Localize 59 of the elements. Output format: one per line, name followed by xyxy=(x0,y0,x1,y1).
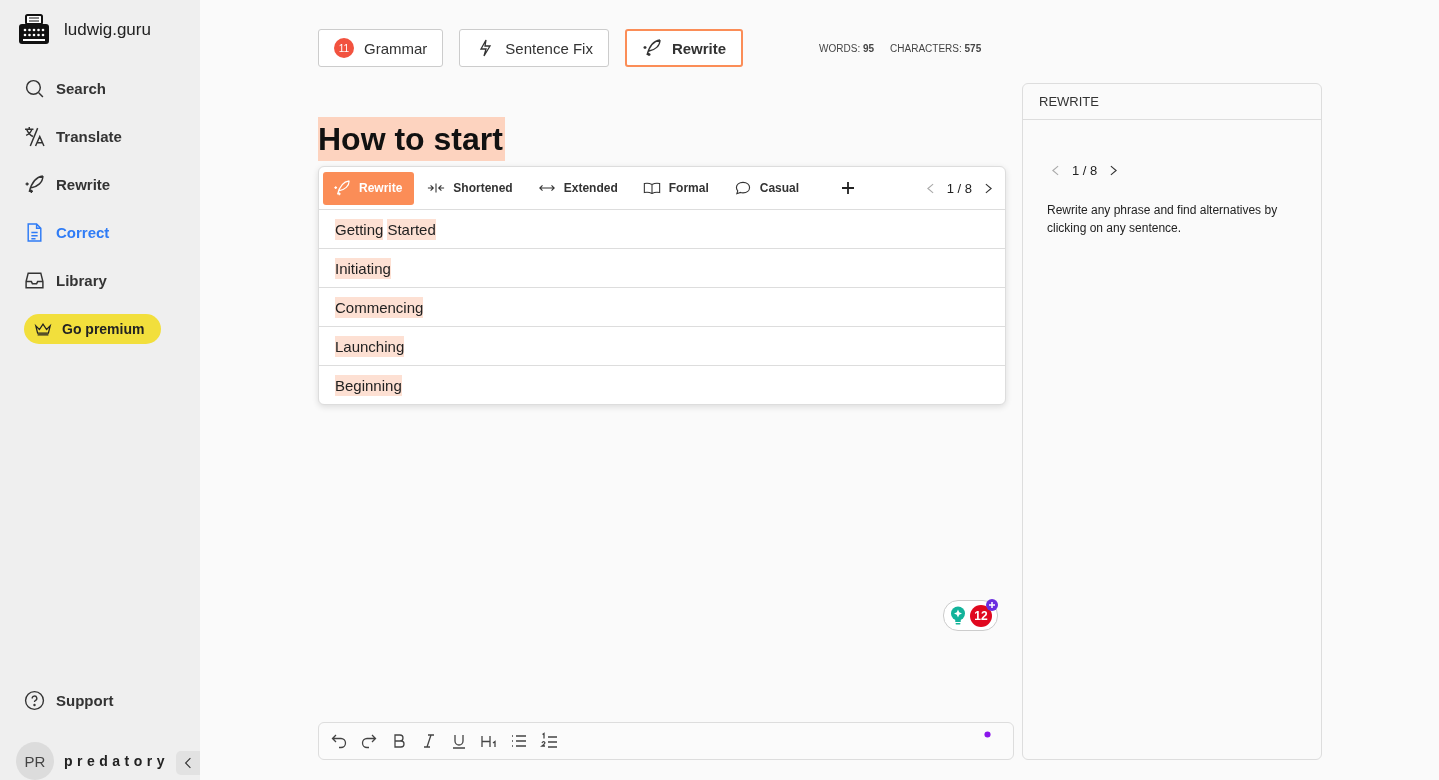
quill-icon xyxy=(24,173,45,195)
stat-text: CHARACTERS: 575 xyxy=(890,42,982,54)
tool-tab[interactable]: Rewrite xyxy=(624,29,744,67)
suggestion-item[interactable]: Beginning xyxy=(319,366,1005,404)
go-premium-button[interactable]: Go premium xyxy=(24,314,162,344)
page-counter: 1 / 8 xyxy=(1072,163,1098,178)
nav-item[interactable]: Search xyxy=(24,64,107,112)
suggestion-count-badge: 12 xyxy=(970,604,992,627)
user-avatar[interactable]: PR xyxy=(16,742,54,780)
plus-icon xyxy=(842,182,855,194)
brand-name: ludwig.guru xyxy=(64,20,151,40)
quill-icon xyxy=(333,179,351,197)
chevron-left-icon xyxy=(926,182,934,194)
quill-icon xyxy=(641,38,662,58)
panel-hint: Rewrite any phrase and find alternatives by clicking on any sentence. xyxy=(1047,202,1279,237)
tool-tab[interactable]: 11 Grammar xyxy=(318,29,444,67)
mode-tab[interactable]: Extended xyxy=(527,171,630,205)
suggestion-item[interactable]: Initiating xyxy=(319,249,1005,288)
crown-icon xyxy=(34,321,52,337)
error-count-badge: 11 xyxy=(334,38,354,58)
user-name: predatory xyxy=(64,753,170,769)
chevron-right-icon xyxy=(985,182,992,194)
bullet-list-icon xyxy=(510,732,528,750)
mode-tab[interactable]: Shortened xyxy=(417,171,525,205)
underline-icon xyxy=(450,732,468,750)
panel-title: REWRITE xyxy=(1023,84,1321,120)
plus-badge-icon xyxy=(986,599,998,611)
undo-icon xyxy=(330,732,348,750)
mode-tab[interactable]: Formal xyxy=(632,171,721,205)
help-icon xyxy=(24,689,45,711)
status-dot-icon xyxy=(984,731,991,738)
support-link[interactable]: Support xyxy=(24,676,114,724)
suggestion-item[interactable]: Commencing xyxy=(319,288,1005,327)
collapse-sidebar-button[interactable] xyxy=(176,751,200,775)
chevron-right-icon xyxy=(1110,165,1118,176)
suggestion-item[interactable]: Getting Started xyxy=(319,210,1005,249)
assistant-bubble[interactable]: 12 xyxy=(943,600,998,631)
book-icon xyxy=(642,181,661,195)
nav-item[interactable]: Translate xyxy=(24,112,122,160)
typewriter-logo-icon xyxy=(18,14,50,46)
compress-arrows-icon xyxy=(427,181,446,195)
inbox-icon xyxy=(24,269,45,291)
nav-item[interactable]: Rewrite xyxy=(24,160,111,208)
document-icon xyxy=(24,221,45,243)
nav-item[interactable]: Library xyxy=(24,256,107,304)
numbered-list-icon xyxy=(540,732,558,750)
suggestion-item[interactable]: Launching xyxy=(319,327,1005,366)
mode-tab[interactable]: Casual xyxy=(723,171,812,205)
chevron-left-icon xyxy=(1052,165,1059,176)
speech-bubble-icon xyxy=(733,181,752,195)
document-title: How to start xyxy=(318,117,505,161)
chevron-left-icon xyxy=(184,757,192,769)
page-counter: 1 / 8 xyxy=(946,180,972,196)
translate-icon xyxy=(24,125,45,147)
stat-text: WORDS: 95 xyxy=(819,42,875,54)
search-icon xyxy=(24,77,45,99)
redo-icon xyxy=(360,732,378,750)
tool-tab[interactable]: Sentence Fix xyxy=(459,29,609,67)
lightbulb-icon xyxy=(950,605,966,626)
